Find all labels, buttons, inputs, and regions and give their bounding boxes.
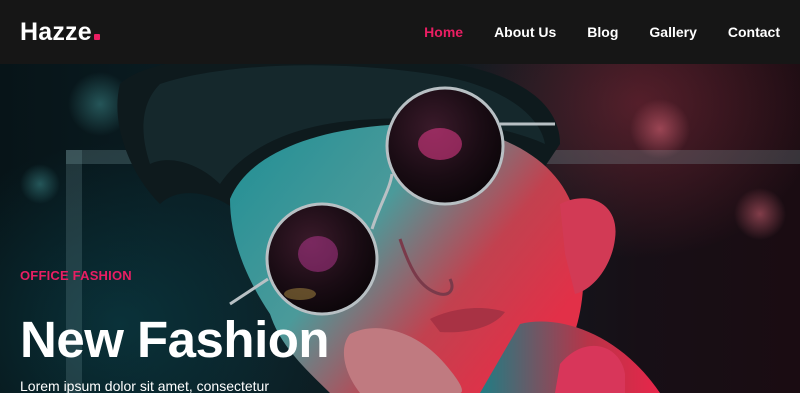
brand-logo[interactable]: Hazze xyxy=(20,18,100,47)
square-dot-icon xyxy=(93,33,100,40)
nav-contact[interactable]: Contact xyxy=(728,24,780,40)
hero-section: OFFICE FASHION New Fashion Lorem ipsum d… xyxy=(0,64,800,393)
main-nav: Home About Us Blog Gallery Contact xyxy=(393,24,780,40)
nav-home[interactable]: Home xyxy=(424,24,463,40)
page: Hazze Home About Us Blog Gallery Contact xyxy=(0,0,800,393)
brand-name: Hazze xyxy=(20,17,92,46)
nav-about-us[interactable]: About Us xyxy=(494,24,556,40)
nav-gallery[interactable]: Gallery xyxy=(649,24,696,40)
hero-eyebrow: OFFICE FASHION xyxy=(20,268,132,283)
nav-blog[interactable]: Blog xyxy=(587,24,618,40)
site-header: Hazze Home About Us Blog Gallery Contact xyxy=(0,0,800,64)
hero-title: New Fashion xyxy=(20,311,330,368)
hero-description: Lorem ipsum dolor sit amet, consectetur xyxy=(20,378,269,393)
